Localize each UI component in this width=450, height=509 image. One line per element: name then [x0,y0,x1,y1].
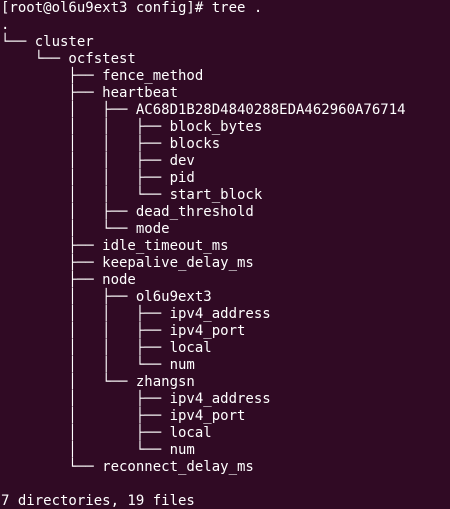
tree-line-pid: │ │ ├── pid [1,170,195,186]
tree-line-node-ol6u9ext3: │ ├── ol6u9ext3 [1,289,212,305]
tree-line-ipv4-address-1: │ │ ├── ipv4_address [1,306,271,322]
tree-line-start-block: │ │ └── start_block [1,187,263,203]
tree-line-fence-method: ├── fence_method [1,68,204,84]
command-line: [root@ol6u9ext3 config]# tree . [1,0,262,17]
tree-line-num-1: │ │ └── num [1,357,195,373]
tree-line-ocfstest: └── ocfstest [1,51,136,67]
tree-line-blocks: │ │ ├── blocks [1,136,221,152]
tree-line-node-zhangsn: │ └── zhangsn [1,374,195,390]
tree-line-dead-threshold: │ ├── dead_threshold [1,204,254,220]
tree-line-local-2: │ ├── local [1,425,212,441]
tree-line-dev: │ │ ├── dev [1,153,195,169]
tree-line-cluster: └── cluster [1,34,94,50]
shell-prompt: [root@ol6u9ext3 config]# [1,0,212,16]
command-text: tree . [211,0,263,16]
tree-line-root: . [1,17,10,33]
tree-line-heartbeat: ├── heartbeat [1,85,179,101]
tree-line-ipv4-port-1: │ │ ├── ipv4_port [1,323,246,339]
tree-line-num-2: │ └── num [1,442,195,458]
tree-line-heartbeat-region: │ ├── AC68D1B28D4840288EDA462960A76714 [1,102,406,118]
tree-line-ipv4-address-2: │ ├── ipv4_address [1,391,271,407]
tree-summary: 7 directories, 19 files [1,493,195,509]
tree-line-local-1: │ │ ├── local [1,340,212,356]
tree-line-mode: │ └── mode [1,221,170,237]
terminal-window[interactable]: [root@ol6u9ext3 config]# tree . . └── cl… [0,0,450,509]
tree-line-node: ├── node [1,272,136,288]
tree-line-reconnect-delay: └── reconnect_delay_ms [1,459,254,475]
tree-line-idle-timeout: ├── idle_timeout_ms [1,238,229,254]
tree-line-keepalive-delay: ├── keepalive_delay_ms [1,255,254,271]
tree-line-ipv4-port-2: │ ├── ipv4_port [1,408,246,424]
tree-line-block-bytes: │ │ ├── block_bytes [1,119,263,135]
